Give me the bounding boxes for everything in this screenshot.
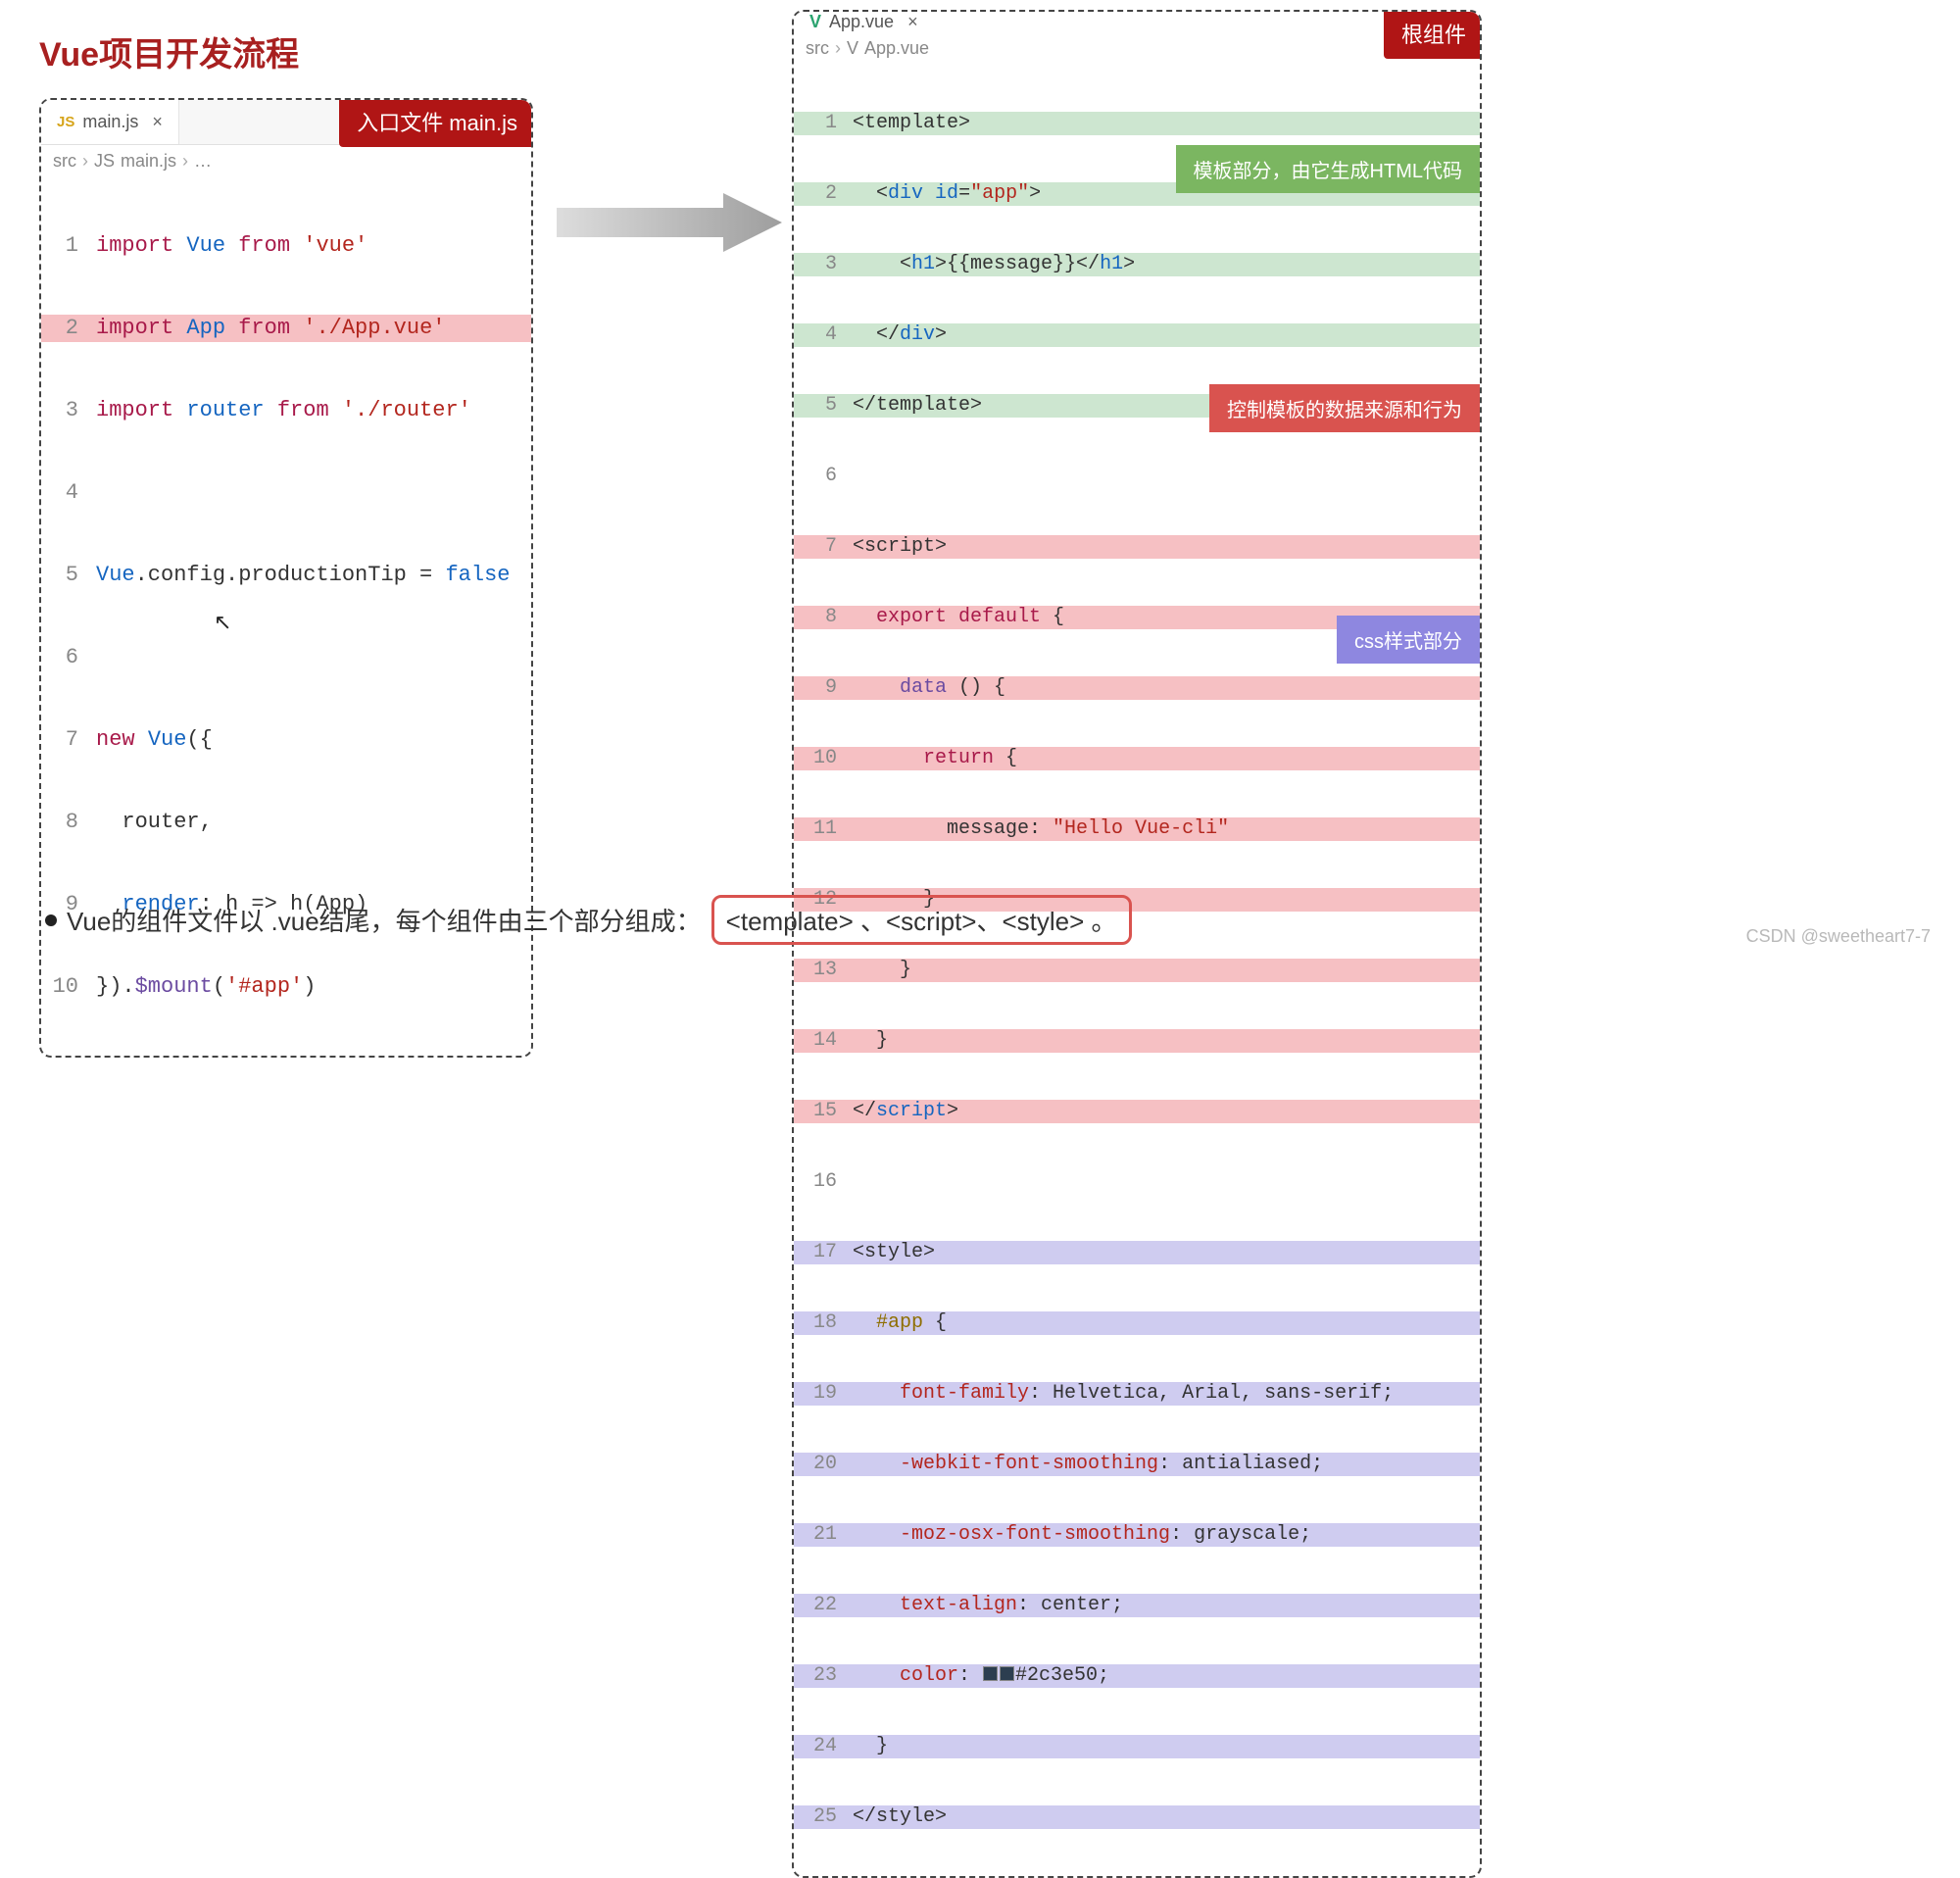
arrow-icon bbox=[557, 188, 782, 257]
color-swatch bbox=[1000, 1666, 1014, 1681]
cursor-icon: ↖ bbox=[214, 610, 231, 635]
color-swatch bbox=[983, 1666, 998, 1681]
tab-mainjs[interactable]: JS main.js × bbox=[41, 100, 179, 144]
footer-highlight: <template> 、<script>、<style> 。 bbox=[711, 895, 1132, 945]
root-badge: 根组件 bbox=[1384, 10, 1482, 59]
tab-label: App.vue bbox=[829, 12, 894, 32]
annotation-template: 模板部分，由它生成HTML代码 bbox=[1176, 145, 1480, 193]
js-icon: JS bbox=[94, 151, 115, 172]
close-icon[interactable]: × bbox=[152, 112, 163, 132]
footer-lead: Vue的组件文件以 .vue结尾，每个组件由三个部分组成： bbox=[67, 902, 702, 938]
bullet-icon bbox=[45, 914, 57, 926]
vue-icon: V bbox=[847, 38, 858, 59]
entry-badge: 入口文件 main.js bbox=[339, 98, 533, 147]
tab-bar: JS main.js × 入口文件 main.js bbox=[41, 100, 531, 145]
watermark: CSDN @sweetheart7-7 bbox=[1746, 926, 1931, 947]
tab-appvue[interactable]: V App.vue × bbox=[794, 12, 1480, 32]
js-icon: JS bbox=[57, 114, 74, 130]
breadcrumb: src› V App.vue bbox=[794, 32, 1480, 65]
tab-label: main.js bbox=[82, 112, 138, 132]
breadcrumb: src› JS main.js› … bbox=[41, 145, 531, 177]
tab-bar: V App.vue × 根组件 bbox=[794, 12, 1480, 32]
close-icon[interactable]: × bbox=[907, 12, 918, 32]
footer-bullet: Vue的组件文件以 .vue结尾，每个组件由三个部分组成： <template>… bbox=[45, 895, 1921, 945]
annotation-style: css样式部分 bbox=[1337, 616, 1480, 664]
page-title: Vue项目开发流程 bbox=[39, 27, 299, 75]
annotation-script: 控制模板的数据来源和行为 bbox=[1209, 384, 1480, 432]
vue-icon: V bbox=[809, 12, 821, 32]
code-block: 1<template> 2 <div id="app"> 3 <h1>{{mes… bbox=[794, 65, 1480, 1876]
